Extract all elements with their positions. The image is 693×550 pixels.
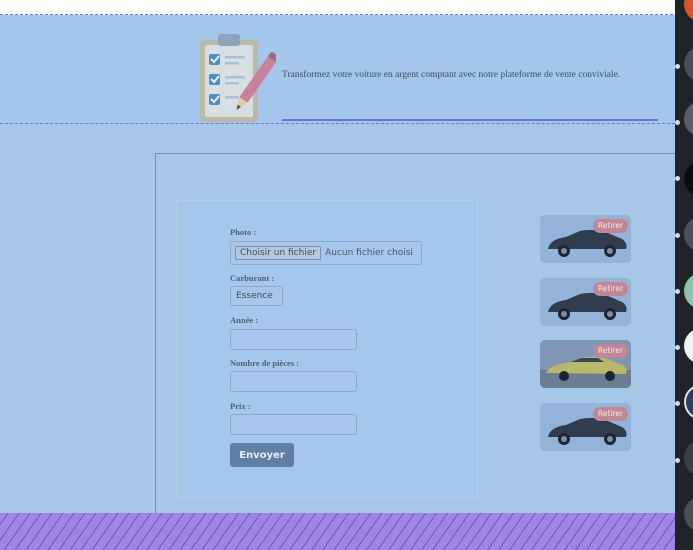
remove-button[interactable]: Retirer	[593, 282, 628, 296]
photo-label: Photo :	[230, 227, 257, 237]
rail-dot	[675, 401, 680, 406]
rail-dot	[675, 289, 680, 294]
clipboard-checklist-pencil-icon	[200, 34, 276, 122]
hero-underline	[282, 119, 658, 121]
remove-button[interactable]: Retirer	[593, 344, 628, 358]
car-thumbnail: Retirer	[540, 278, 631, 326]
price-input[interactable]	[230, 414, 357, 435]
choose-file-button[interactable]: Choisir un fichier	[235, 246, 322, 260]
rail-dot	[675, 64, 680, 69]
car-thumbnail: Retirer	[540, 340, 631, 388]
top-strip	[0, 0, 693, 15]
rail-dot	[675, 176, 680, 181]
hero-banner: Transformez votre voiture en argent comp…	[0, 15, 675, 124]
car-thumbnail: Retirer	[540, 215, 631, 263]
year-input[interactable]	[230, 329, 357, 350]
price-label: Prix :	[230, 401, 251, 411]
fuel-label: Carburant :	[230, 273, 275, 283]
rail-dot	[675, 233, 680, 238]
submit-button[interactable]: Envoyer	[230, 443, 294, 467]
year-label: Année :	[230, 315, 259, 325]
rail-dot	[675, 458, 680, 463]
remove-button[interactable]: Retirer	[593, 219, 628, 233]
rail-dot	[675, 345, 680, 350]
remove-button[interactable]: Retirer	[593, 407, 628, 421]
car-thumbnail: Retirer	[540, 403, 631, 451]
rail-dot	[675, 120, 680, 125]
rooms-input[interactable]	[230, 371, 357, 392]
fuel-select[interactable]: Essence	[230, 286, 283, 306]
photo-file-input[interactable]: Choisir un fichier Aucun fichier choisi	[230, 241, 422, 265]
file-status-text: Aucun fichier choisi	[325, 248, 413, 258]
rooms-label: Nombre de pièces :	[230, 358, 300, 368]
footer-hatch	[0, 513, 675, 550]
hero-tagline: Transformez votre voiture en argent comp…	[282, 70, 621, 80]
